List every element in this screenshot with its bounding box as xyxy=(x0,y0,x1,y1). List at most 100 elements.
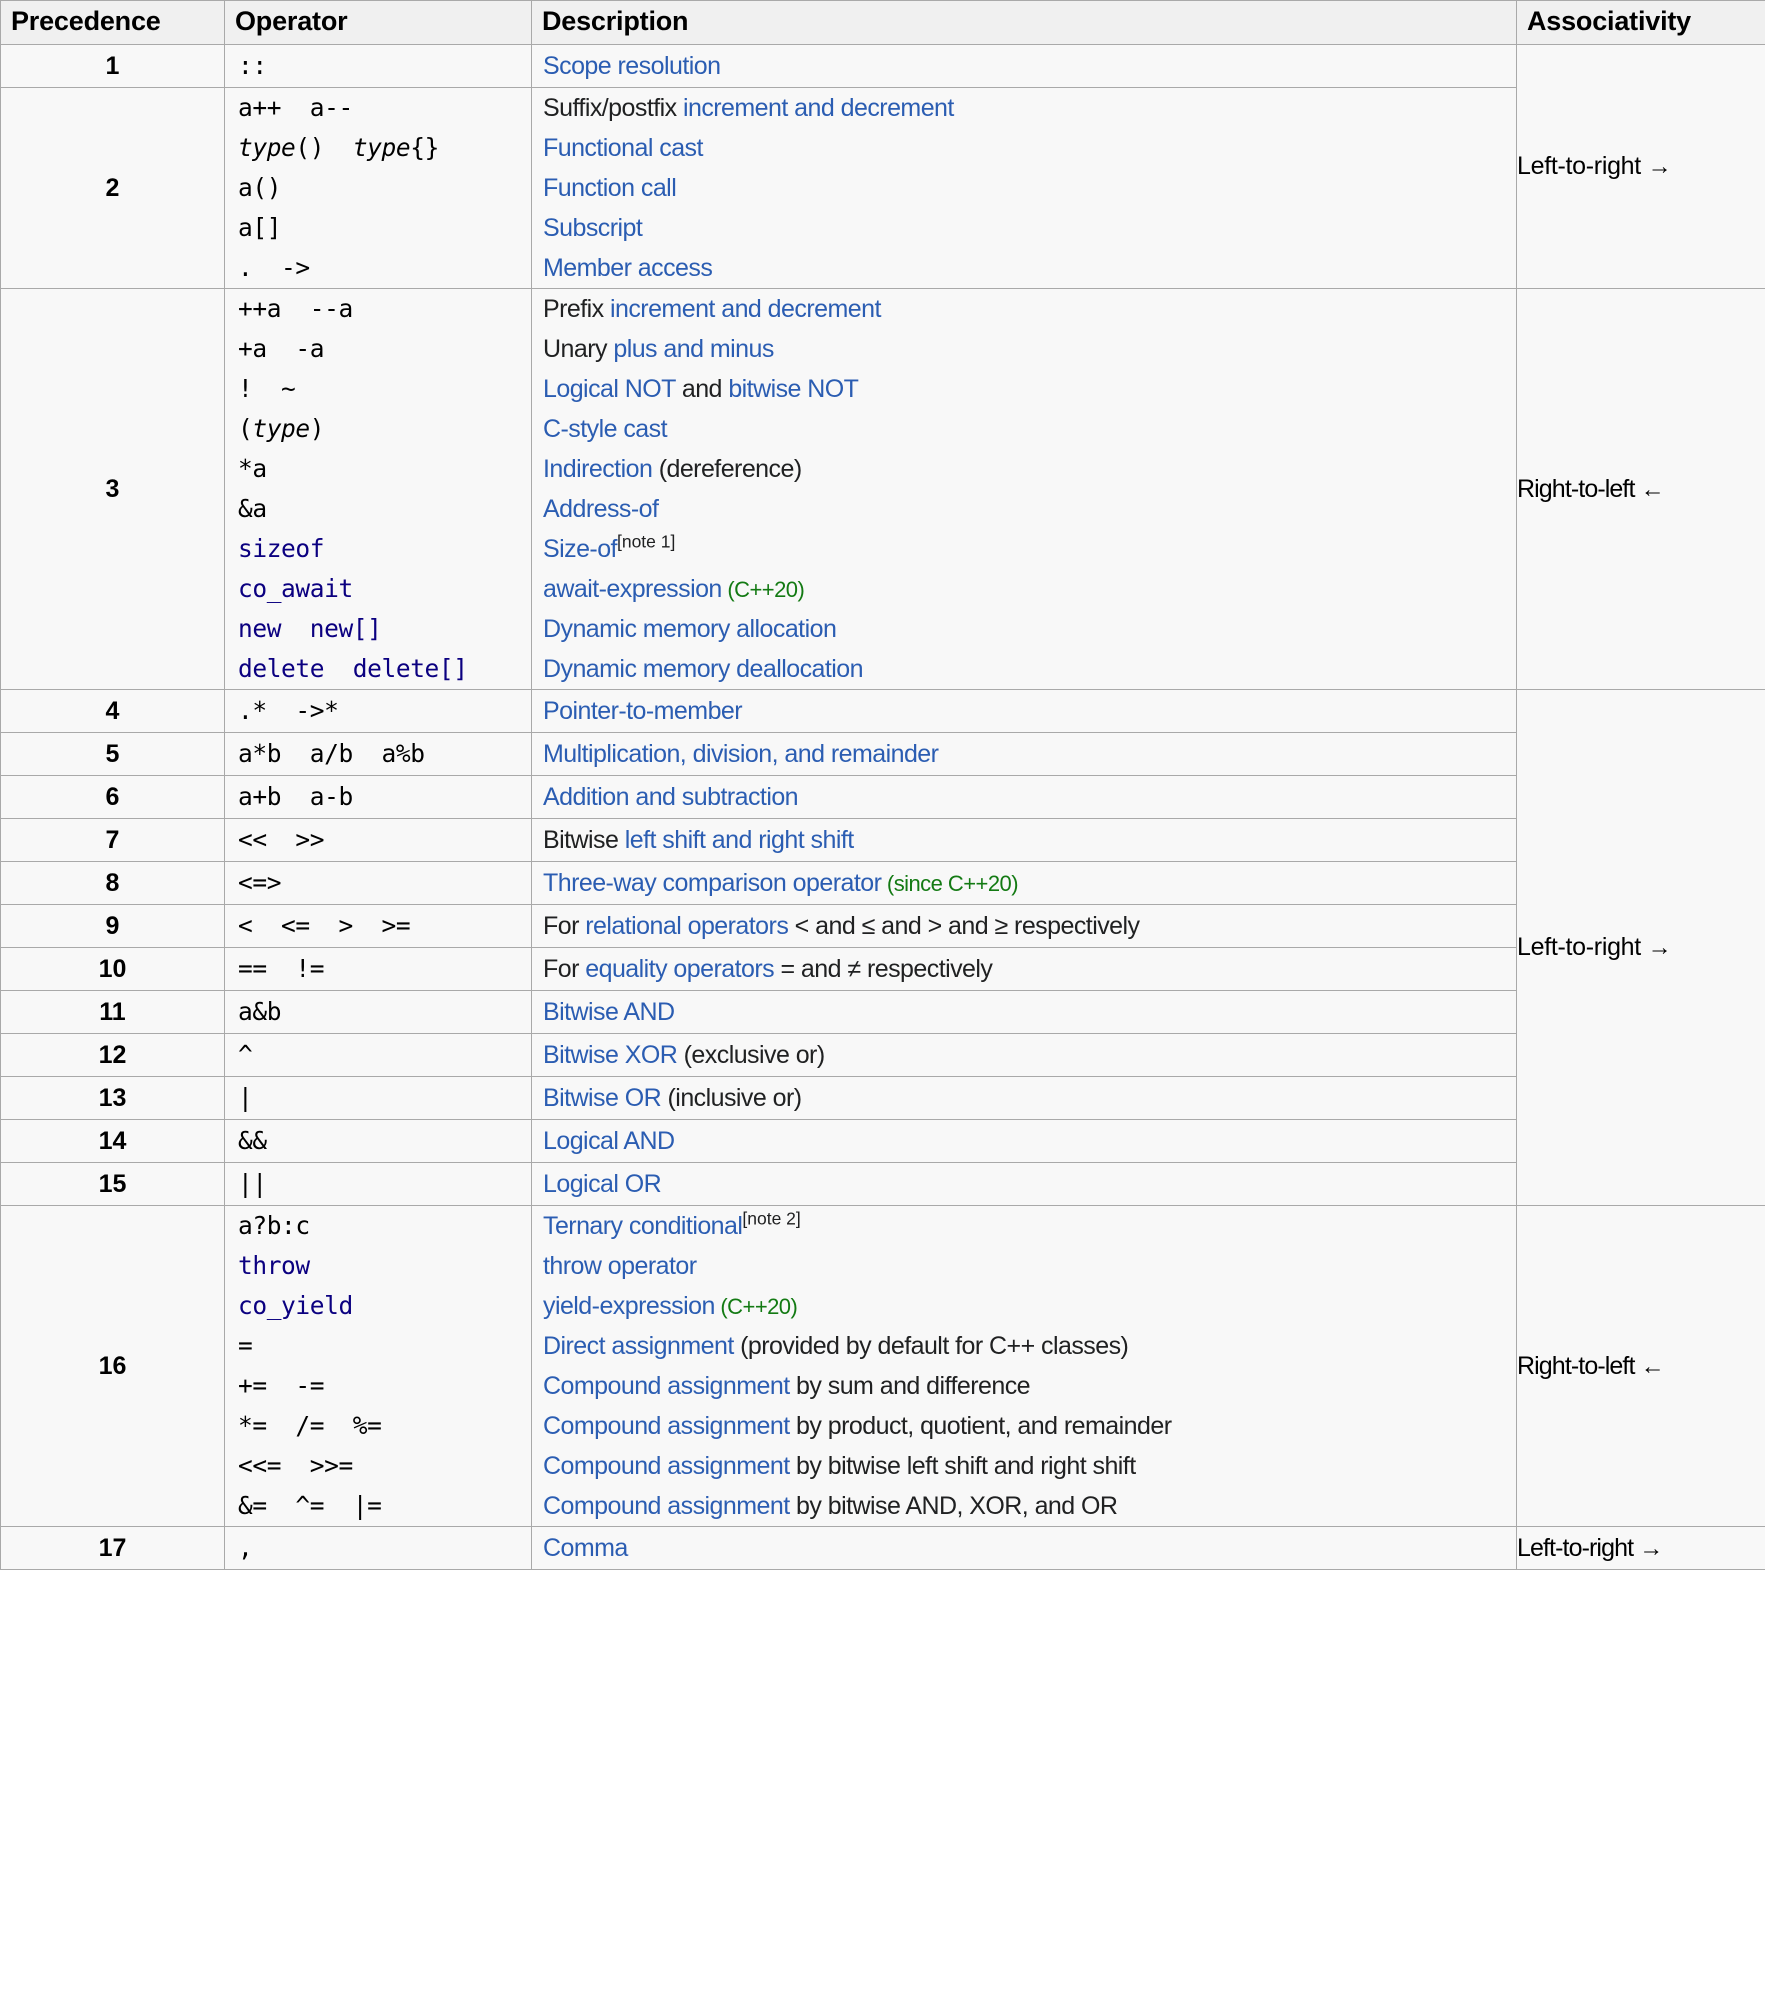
description-entry: Bitwise AND xyxy=(543,998,675,1027)
description-list: Bitwise AND xyxy=(531,990,1517,1035)
precedence-value: 4 xyxy=(0,689,225,734)
precedence-value: 8 xyxy=(0,861,225,906)
operator-list: a+b a-b xyxy=(224,775,532,820)
table-row: 17, Comma Left-to-right → xyxy=(0,1526,1765,1571)
operator-entry: .* ->* xyxy=(238,696,339,726)
description-entry: Member access xyxy=(543,254,713,283)
operator-entry: *a xyxy=(238,454,267,484)
table-row: 13 | Bitwise OR (inclusive or) xyxy=(0,1076,1765,1121)
operator-list: ^ xyxy=(224,1033,532,1078)
operator-list: | xyxy=(224,1076,532,1121)
associativity-value: Left-to-right → xyxy=(1516,1526,1765,1571)
operator-entry: , xyxy=(238,1533,253,1563)
description-entry: Indirection (dereference) xyxy=(543,455,802,484)
description-list: For relational operators < and ≤ and > a… xyxy=(531,904,1517,949)
description-list: Prefix increment and decrement Unary plus… xyxy=(531,288,1517,691)
associativity-arrow-icon: → xyxy=(1639,1534,1663,1562)
operator-list: <=> xyxy=(224,861,532,906)
column-header-operator: Operator xyxy=(224,0,532,46)
description-entry: Address-of xyxy=(543,495,659,524)
description-entry: Subscript xyxy=(543,214,643,243)
operator-entry: || xyxy=(238,1169,267,1199)
operator-list: && xyxy=(224,1119,532,1164)
description-entry: Ternary conditional[note 2] xyxy=(543,1209,801,1241)
operator-precedence-table: Precedence Operator Description Associat… xyxy=(0,0,1765,1571)
operator-entry: :: xyxy=(238,51,267,81)
associativity-value: Left-to-right → xyxy=(1516,689,1765,1207)
column-header-description: Description xyxy=(531,0,1517,46)
operator-entry: ^ xyxy=(238,1040,253,1070)
operator-entry: new new[] xyxy=(238,614,382,644)
operator-entry: ! ~ xyxy=(238,374,296,404)
operator-entry: co_await xyxy=(238,574,353,604)
description-entry: Function call xyxy=(543,174,677,203)
operator-entry: delete delete[] xyxy=(238,654,468,684)
description-list: Multiplication, division, and remainder xyxy=(531,732,1517,777)
precedence-value: 5 xyxy=(0,732,225,777)
description-entry: Bitwise XOR (exclusive or) xyxy=(543,1041,825,1070)
table-body: 1:: Scope resolution Left-to-right → 2 a++ a… xyxy=(0,44,1765,1571)
associativity-value: Right-to-left ← xyxy=(1516,288,1765,691)
description-entry: Direct assignment (provided by default f… xyxy=(543,1332,1129,1361)
description-entry: Suffix/postfix increment and decrement xyxy=(543,94,954,123)
operator-entry: a[] xyxy=(238,213,282,243)
operator-entry: type() type{} xyxy=(238,133,439,163)
table-row: 8 <=> Three-way comparison operator (since… xyxy=(0,861,1765,906)
table-row: 14 && Logical AND xyxy=(0,1119,1765,1164)
operator-list: .* ->* xyxy=(224,689,532,734)
operator-entry: a++ a-- xyxy=(238,93,353,123)
operator-entry: < <= > >= xyxy=(238,911,411,941)
operator-entry: = xyxy=(238,1331,253,1361)
associativity-arrow-icon: → xyxy=(1647,934,1672,962)
description-entry: Unary plus and minus xyxy=(543,335,774,364)
table-row: 11 a&b Bitwise AND xyxy=(0,990,1765,1035)
description-list: Three-way comparison operator (since C++… xyxy=(531,861,1517,906)
table-row: 3 ++a --a +a -a ! ~ (type) *a &a sizeof co_await… xyxy=(0,288,1765,691)
description-entry: Functional cast xyxy=(543,134,703,163)
precedence-value: 15 xyxy=(0,1162,225,1207)
description-list: Bitwise OR (inclusive or) xyxy=(531,1076,1517,1121)
description-entry: Compound assignment by bitwise AND, XOR,… xyxy=(543,1492,1118,1521)
table-header-row: Precedence Operator Description Associat… xyxy=(0,0,1765,46)
operator-entry: a+b a-b xyxy=(238,782,353,812)
operator-list: == != xyxy=(224,947,532,992)
description-entry: Compound assignment by bitwise left shif… xyxy=(543,1452,1136,1481)
description-entry: Dynamic memory allocation xyxy=(543,615,837,644)
operator-list: :: xyxy=(224,44,532,89)
operator-entry: a&b xyxy=(238,997,282,1027)
table-row: 5 a*b a/b a%b Multiplication, division, an… xyxy=(0,732,1765,777)
description-entry: C-style cast xyxy=(543,415,668,444)
description-entry: await-expression (C++20) xyxy=(543,575,805,604)
description-entry: Comma xyxy=(543,1534,628,1563)
description-entry: Logical NOT and bitwise NOT xyxy=(543,375,859,404)
operator-list: a++ a-- type() type{} a() a[] . -> xyxy=(224,87,532,290)
associativity-arrow-icon: ← xyxy=(1640,1352,1665,1380)
associativity-value: Left-to-right → xyxy=(1516,44,1765,290)
operator-entry: <<= >>= xyxy=(238,1451,353,1481)
table-row: 9 < <= > >= For relational operators < and… xyxy=(0,904,1765,949)
description-entry: yield-expression (C++20) xyxy=(543,1292,798,1321)
operator-entry: == != xyxy=(238,954,325,984)
operator-entry: += -= xyxy=(238,1371,325,1401)
precedence-value: 16 xyxy=(0,1205,225,1528)
table-row: 16 a?b:c throw co_yield = += -= *= /= %= <<= >>… xyxy=(0,1205,1765,1528)
operator-entry: throw xyxy=(238,1251,310,1281)
description-list: Logical AND xyxy=(531,1119,1517,1164)
operator-entry: ++a --a xyxy=(238,294,353,324)
precedence-value: 6 xyxy=(0,775,225,820)
description-entry: Addition and subtraction xyxy=(543,783,799,812)
table-row: 15 || Logical OR xyxy=(0,1162,1765,1207)
associativity-value: Right-to-left ← xyxy=(1516,1205,1765,1528)
precedence-value: 10 xyxy=(0,947,225,992)
description-entry: Dynamic memory deallocation xyxy=(543,655,864,684)
operator-list: < <= > >= xyxy=(224,904,532,949)
description-entry: Bitwise left shift and right shift xyxy=(543,826,854,855)
operator-entry: << >> xyxy=(238,825,325,855)
operator-entry: &a xyxy=(238,494,267,524)
precedence-value: 11 xyxy=(0,990,225,1035)
precedence-value: 17 xyxy=(0,1526,225,1571)
operator-entry: . -> xyxy=(238,253,310,283)
description-list: Logical OR xyxy=(531,1162,1517,1207)
operator-entry: && xyxy=(238,1126,267,1156)
column-header-precedence: Precedence xyxy=(0,0,225,46)
